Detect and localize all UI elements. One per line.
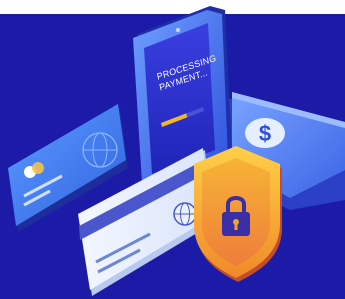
dollar-symbol: $ bbox=[259, 121, 271, 146]
payment-security-illustration: $ bbox=[0, 0, 345, 299]
background-top-band bbox=[0, 0, 345, 14]
